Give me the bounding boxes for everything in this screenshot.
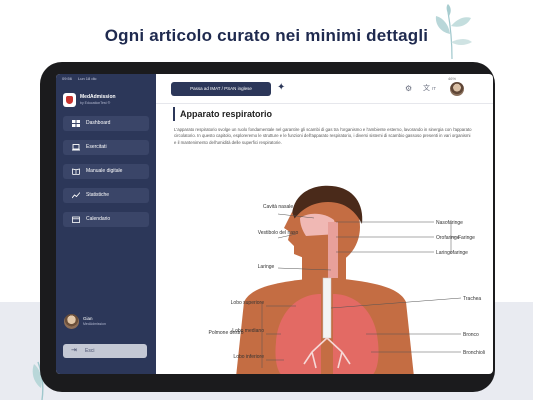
sidebar-item-dashboard[interactable]: Dashboard [63, 116, 149, 131]
status-battery: 46% [448, 76, 457, 81]
settings-gear-icon[interactable]: ⚙ [405, 85, 412, 93]
label-bronco: Bronco [463, 332, 479, 338]
exit-button[interactable]: ⇥ Esci [63, 344, 147, 358]
label-polmone-destro: Polmone destro [208, 330, 243, 336]
title-accent-bar [173, 107, 175, 121]
sidebar-item-label: Manuale digitale [86, 168, 123, 174]
language-code[interactable]: IT [432, 86, 436, 91]
trachea-shape [322, 277, 332, 339]
sidebar-item-label: Calendario [86, 216, 111, 222]
label-cavita-nasale: Cavità nasale [263, 204, 294, 210]
medadmission-logo-icon [63, 93, 76, 107]
user-profile[interactable]: Gian MedAdmission [64, 314, 150, 332]
label-bronchioli: Bronchioli [463, 350, 485, 356]
translate-icon[interactable]: 文 [423, 85, 430, 93]
exit-label: Esci [85, 348, 95, 354]
book-icon [72, 168, 80, 175]
label-vestibolo: Vestibolo del naso [258, 230, 299, 236]
avatar[interactable] [450, 82, 464, 96]
logout-icon: ⇥ [71, 347, 77, 354]
status-date: Lun 18 dic [78, 76, 97, 81]
user-name: Gian [83, 316, 93, 321]
brand[interactable]: MedAdmission by EducationTest ® [63, 93, 151, 109]
article-title: Apparato respiratorio [180, 109, 273, 119]
upgrade-button[interactable]: Passa ad IMAT / PSAN inglese [171, 82, 271, 96]
status-time: 09:56 [62, 76, 73, 81]
avatar [64, 314, 79, 329]
label-laringe: Laringe [258, 264, 275, 270]
sidebar-item-manuale-digitale[interactable]: Manuale digitale [63, 164, 149, 179]
sparkle-icon[interactable]: ✦ [277, 83, 285, 93]
sidebar-item-label: Esercitati [86, 144, 107, 150]
label-lobo-superiore: Lobo superiore [231, 300, 265, 306]
respiratory-system-diagram: Cavità nasale Vestibolo del naso Laringe… [208, 185, 485, 374]
calendar-icon [72, 216, 80, 223]
label-trachea: Trachea [463, 296, 481, 302]
label-laringofaringe: Laringofaringe [436, 250, 468, 256]
app-screen: 09:56 Lun 18 dic MedAdmission by Educati… [56, 74, 493, 374]
sidebar: 09:56 Lun 18 dic MedAdmission by Educati… [56, 74, 156, 374]
label-nasofaringe: Nasofaringe [436, 220, 463, 226]
user-subtitle: MedAdmission [83, 322, 106, 326]
label-lobo-inferiore: Lobo inferiore [233, 354, 264, 360]
header-divider [156, 103, 493, 104]
label-orofaringe: Orofaringe [436, 235, 460, 241]
sidebar-item-label: Statistiche [86, 192, 110, 198]
label-faringe: Faringe [458, 235, 475, 241]
headline: Ogni articolo curato nei minimi dettagli [104, 26, 429, 45]
laptop-icon [72, 144, 80, 151]
sidebar-item-statistiche[interactable]: Statistiche [63, 188, 149, 203]
sidebar-item-esercitati[interactable]: Esercitati [63, 140, 149, 155]
brand-name: MedAdmission [80, 94, 116, 100]
brand-subtitle: by EducationTest ® [80, 101, 111, 105]
pharynx-shape [328, 222, 338, 278]
sidebar-item-calendario[interactable]: Calendario [63, 212, 149, 227]
sidebar-item-label: Dashboard [86, 120, 111, 126]
dashboard-icon [72, 120, 80, 127]
article-paragraph: L'apparato respiratorio svolge un ruolo … [174, 127, 472, 145]
chart-line-icon [72, 192, 80, 199]
